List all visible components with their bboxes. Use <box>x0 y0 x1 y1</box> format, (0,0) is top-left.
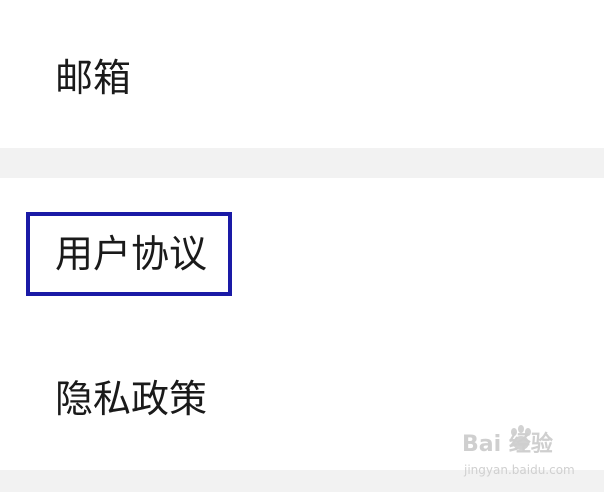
settings-item-user-agreement[interactable]: 用户协议 <box>0 178 604 328</box>
settings-item-user-agreement-label: 用户协议 <box>55 232 208 276</box>
section-divider <box>0 148 604 178</box>
settings-item-email[interactable]: 邮箱 <box>0 0 604 148</box>
settings-item-email-label: 邮箱 <box>55 56 132 100</box>
section-divider-bottom <box>0 470 604 492</box>
settings-item-privacy-policy-label: 隐私政策 <box>55 377 208 421</box>
settings-item-privacy-policy[interactable]: 隐私政策 <box>0 328 604 470</box>
settings-screen: 邮箱 用户协议 隐私政策 Bai 经验 jingyan.baidu.com <box>0 0 604 492</box>
